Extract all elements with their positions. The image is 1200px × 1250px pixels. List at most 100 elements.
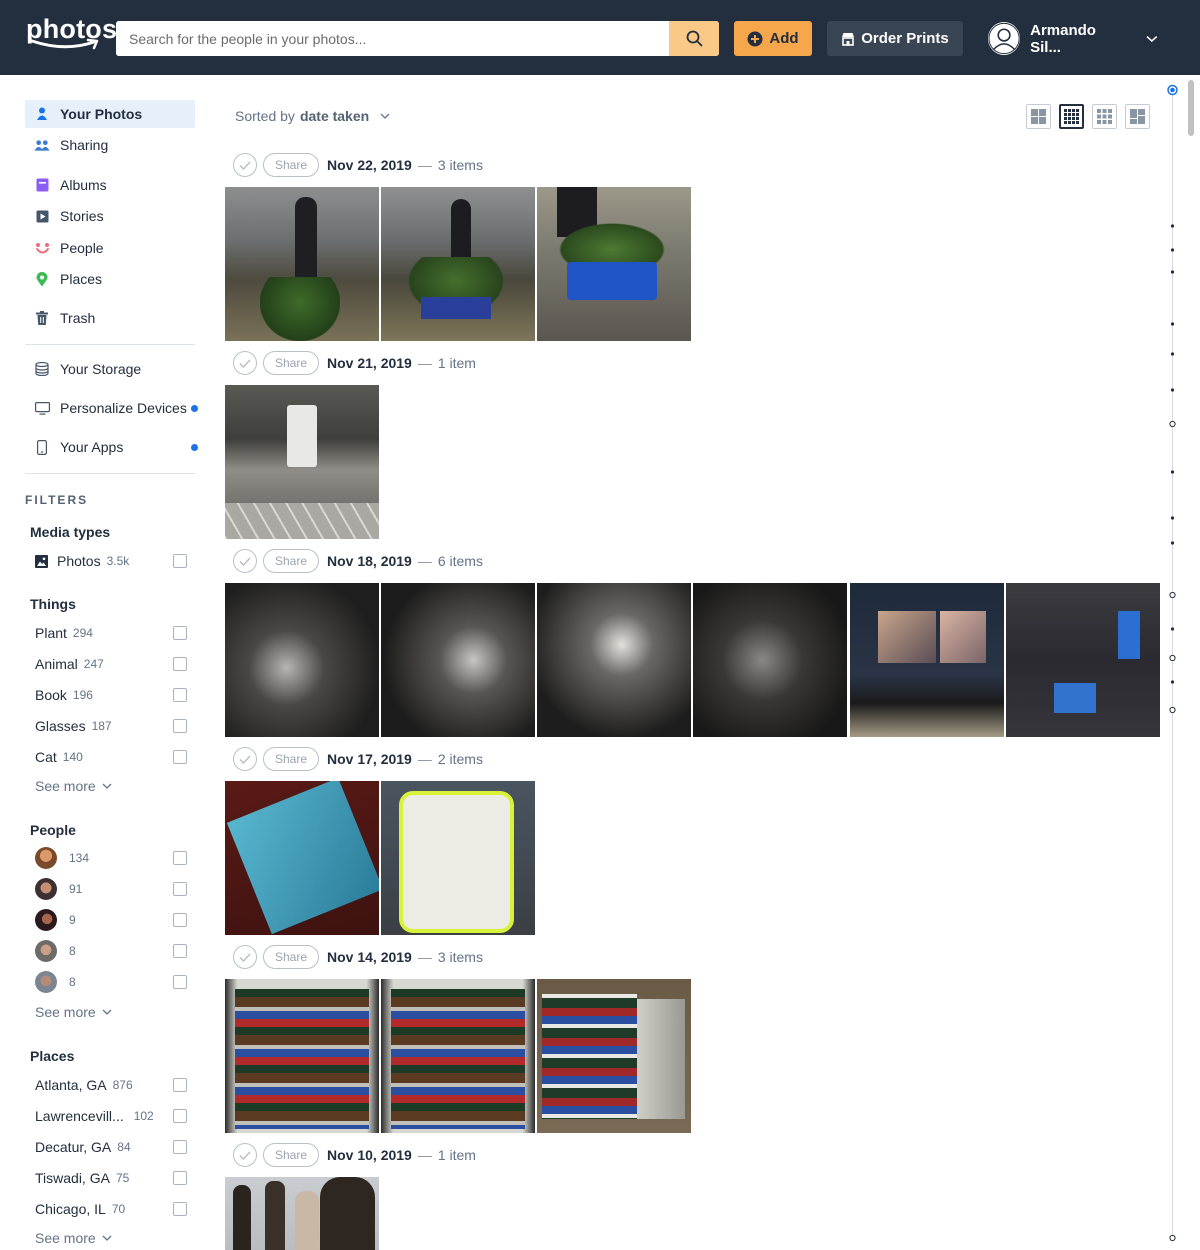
- sidebar-divider: [25, 344, 195, 345]
- photo-screen-content: [940, 611, 986, 663]
- sidebar-item-sharing[interactable]: Sharing: [25, 131, 195, 159]
- search-button[interactable]: [669, 21, 719, 56]
- filter-checkbox[interactable]: [173, 750, 187, 764]
- photo-thumbnail[interactable]: [693, 583, 847, 737]
- filter-checkbox[interactable]: [173, 1202, 187, 1216]
- filter-place[interactable]: Lawrencevill... 102: [35, 1106, 187, 1126]
- photo-thumbnail[interactable]: [537, 187, 691, 341]
- select-group-checkbox[interactable]: [233, 945, 257, 969]
- filter-person[interactable]: 9: [35, 909, 187, 931]
- group-separator: —: [417, 355, 432, 371]
- filter-place[interactable]: Chicago, IL 70: [35, 1199, 187, 1219]
- filter-place[interactable]: Tiswadi, GA 75: [35, 1168, 187, 1188]
- share-button[interactable]: Share: [263, 747, 319, 771]
- sidebar-item-your-storage[interactable]: Your Storage: [25, 355, 195, 383]
- scrollbar-thumb[interactable]: [1188, 80, 1194, 136]
- filter-place[interactable]: Decatur, GA 84: [35, 1137, 187, 1157]
- person-face-thumbnail: [35, 971, 57, 993]
- filter-checkbox[interactable]: [173, 882, 187, 896]
- filter-checkbox[interactable]: [173, 688, 187, 702]
- filter-checkbox[interactable]: [173, 913, 187, 927]
- filter-checkbox[interactable]: [173, 1171, 187, 1185]
- photo-thumbnail[interactable]: [225, 583, 379, 737]
- filter-checkbox[interactable]: [173, 657, 187, 671]
- filter-person[interactable]: 8: [35, 940, 187, 962]
- photo-thumbnail[interactable]: [850, 583, 1004, 737]
- small-grid-view-button[interactable]: [1059, 104, 1084, 129]
- filter-checkbox[interactable]: [173, 626, 187, 640]
- select-group-checkbox[interactable]: [233, 747, 257, 771]
- filter-count: 876: [112, 1078, 133, 1092]
- page-scrollbar[interactable]: [1187, 80, 1195, 1240]
- sidebar-item-personalize-devices[interactable]: Personalize Devices: [25, 394, 198, 422]
- filter-checkbox[interactable]: [173, 944, 187, 958]
- filter-checkbox[interactable]: [173, 975, 187, 989]
- filter-animal[interactable]: Animal 247: [35, 654, 187, 674]
- photo-thumbnail[interactable]: [225, 781, 379, 935]
- sidebar-item-people[interactable]: People: [25, 234, 195, 262]
- mosaic-view-button[interactable]: [1125, 104, 1150, 129]
- filter-book[interactable]: Book 196: [35, 685, 187, 705]
- store-icon: [842, 32, 855, 46]
- filter-person[interactable]: 91: [35, 878, 187, 900]
- photo-thumbnail[interactable]: [225, 187, 379, 341]
- notification-dot: [191, 444, 198, 451]
- search-input[interactable]: [116, 21, 669, 56]
- photo-thumbnail[interactable]: [225, 1177, 379, 1250]
- add-button[interactable]: Add: [734, 21, 812, 56]
- group-count: 6 items: [437, 553, 483, 569]
- order-prints-button[interactable]: Order Prints: [827, 21, 963, 56]
- filter-count: 134: [69, 851, 90, 865]
- photo-thumbnail[interactable]: [225, 385, 379, 539]
- sidebar-item-your-apps[interactable]: Your Apps: [25, 433, 198, 461]
- share-button[interactable]: Share: [263, 153, 319, 177]
- checkmark-icon: [239, 358, 251, 368]
- filter-checkbox[interactable]: [173, 1109, 187, 1123]
- see-more-things-link[interactable]: See more: [35, 778, 112, 794]
- share-button[interactable]: Share: [263, 549, 319, 573]
- photo-thumbnail[interactable]: [381, 979, 535, 1133]
- account-menu[interactable]: Armando Sil...: [988, 21, 1158, 56]
- photo-thumbnail[interactable]: [381, 583, 535, 737]
- filter-checkbox[interactable]: [173, 1078, 187, 1092]
- filter-checkbox[interactable]: [173, 554, 187, 568]
- select-group-checkbox[interactable]: [233, 153, 257, 177]
- filter-checkbox[interactable]: [173, 851, 187, 865]
- filter-plant[interactable]: Plant 294: [35, 623, 187, 643]
- photo-thumbnail[interactable]: [1006, 583, 1160, 737]
- filter-place[interactable]: Atlanta, GA 876: [35, 1075, 187, 1095]
- photo-thumbnail[interactable]: [381, 187, 535, 341]
- see-more-places-link[interactable]: See more: [35, 1230, 112, 1246]
- select-group-checkbox[interactable]: [233, 549, 257, 573]
- filter-count: 75: [115, 1171, 130, 1185]
- share-button[interactable]: Share: [263, 945, 319, 969]
- filter-photos[interactable]: Photos 3.5k: [35, 551, 187, 571]
- select-group-checkbox[interactable]: [233, 1143, 257, 1167]
- select-group-checkbox[interactable]: [233, 351, 257, 375]
- medium-grid-view-button[interactable]: [1092, 104, 1117, 129]
- filter-checkbox[interactable]: [173, 719, 187, 733]
- large-grid-view-button[interactable]: [1026, 104, 1051, 129]
- photo-coffee-machine: [287, 405, 317, 467]
- filter-cat[interactable]: Cat 140: [35, 747, 187, 767]
- photo-thumbnail[interactable]: [537, 979, 691, 1133]
- see-more-people-link[interactable]: See more: [35, 1004, 112, 1020]
- share-button[interactable]: Share: [263, 1143, 319, 1167]
- sidebar-item-your-photos[interactable]: Your Photos: [25, 100, 195, 128]
- filter-checkbox[interactable]: [173, 1140, 187, 1154]
- share-button[interactable]: Share: [263, 351, 319, 375]
- photo-thumbnail[interactable]: [537, 583, 691, 737]
- sidebar-item-places[interactable]: Places: [25, 265, 195, 293]
- photo-thumbnail[interactable]: [225, 979, 379, 1133]
- grid-medium-icon: [1097, 109, 1112, 124]
- filter-person[interactable]: 134: [35, 847, 187, 869]
- filter-glasses[interactable]: Glasses 187: [35, 716, 187, 736]
- sort-dropdown[interactable]: Sorted by date taken: [235, 108, 390, 124]
- sidebar-item-albums[interactable]: Albums: [25, 171, 195, 199]
- timeline-scrubber[interactable]: [1167, 84, 1178, 1242]
- filter-person[interactable]: 8: [35, 971, 187, 993]
- sidebar-item-trash[interactable]: Trash: [25, 304, 195, 332]
- sidebar-item-stories[interactable]: Stories: [25, 202, 195, 230]
- checkmark-icon: [239, 754, 251, 764]
- photo-thumbnail[interactable]: [381, 781, 535, 935]
